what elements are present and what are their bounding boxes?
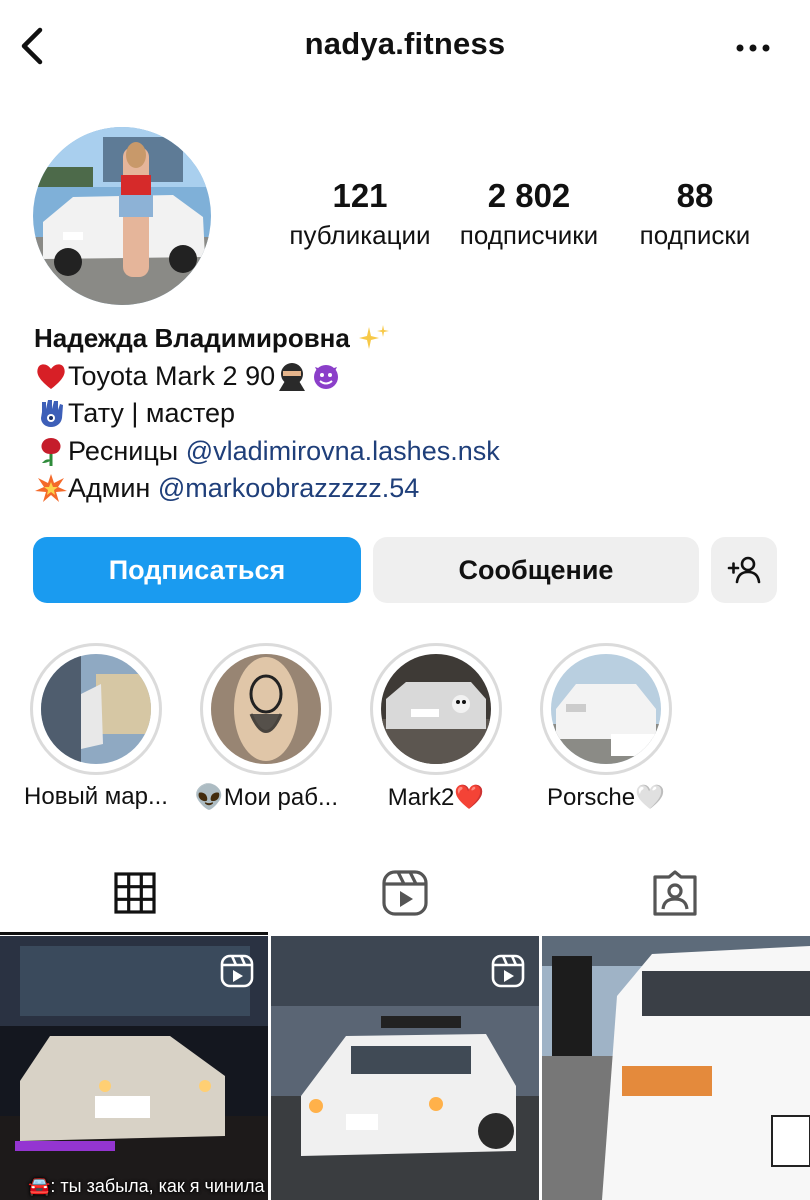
active-tab-indicator [0,932,268,935]
grid-icon [114,872,156,914]
reel-badge-icon [220,954,254,988]
add-user-icon [727,556,761,584]
post-thumbnail[interactable] [271,936,539,1200]
bio-lashes-text: Ресницы [68,435,186,466]
tagged-icon [653,870,697,916]
lashes-account-link[interactable]: @vladimirovna.lashes.nsk [186,436,500,466]
reels-icon [382,870,428,916]
tab-reels[interactable] [270,850,540,936]
follow-button[interactable]: Подписаться [33,537,361,603]
tab-tagged[interactable] [540,850,810,936]
highlight-ring [370,643,502,775]
following-stat[interactable]: 88 подписки [615,176,775,254]
top-bar: nadya.fitness [0,0,810,92]
collision-icon [35,474,67,502]
devil-icon [314,364,339,389]
post-thumbnail[interactable] [542,936,810,1200]
posts-label: публикации [289,220,431,250]
posts-count: 121 [332,177,388,214]
bio-line-car: Toyota Mark 2 90 [34,358,794,396]
post-caption: 🚘: ты забыла, как я чинила [28,1176,265,1196]
highlight-ring [200,643,332,775]
following-count: 88 [676,177,714,214]
followers-label: подписчики [459,220,599,250]
reel-badge-icon [491,954,525,988]
following-label: подписки [639,220,751,250]
tab-posts-grid[interactable] [0,850,270,936]
post-thumbnail[interactable]: 🚘: ты забыла, как я чинила [0,936,268,1200]
hamsa-icon [41,400,63,427]
suggest-users-button[interactable] [711,537,777,603]
more-icon [736,44,770,52]
highlight-cover [211,654,321,764]
profile-full-name: Надежда Владимировна [34,323,350,353]
rose-icon [41,437,61,466]
posts-stat[interactable]: 121 публикации [285,176,435,254]
highlight-item[interactable]: Porsche🤍 [540,643,672,811]
bio-line-lashes: Ресницы @vladimirovna.lashes.nsk [34,433,794,471]
highlight-ring [540,643,672,775]
highlight-item[interactable]: Новый мар... [24,643,168,810]
bio-admin-text: Админ [68,473,158,503]
highlight-item[interactable]: Mark2❤️ [370,643,502,811]
more-options-button[interactable] [734,38,774,58]
highlight-ring [30,643,162,775]
profile-bio: Надежда Владимировна Toyota Mark 2 90 Та… [34,320,794,508]
profile-username: nadya.fitness [304,26,506,61]
bio-name-row: Надежда Владимировна [34,320,794,358]
highlight-item[interactable]: 👽Мои раб... [194,643,338,811]
red-heart-icon [37,363,65,389]
bio-tattoo-text: Тату | мастер [68,398,236,428]
highlight-cover [551,654,661,764]
bio-line-admin: Админ @markoobrazzzzz.54 [34,470,794,508]
highlight-label: Porsche🤍 [547,784,665,811]
followers-stat[interactable]: 2 802 подписчики [450,176,608,254]
highlight-cover [381,654,491,764]
profile-avatar[interactable] [33,127,211,305]
profile-tabs [0,850,810,936]
admin-account-link[interactable]: @markoobrazzzzz.54 [158,473,420,503]
profile-stats: 121 публикации 2 802 подписчики 88 подпи… [270,176,790,256]
followers-count: 2 802 [487,177,571,214]
sparkles-icon [359,325,390,349]
message-button[interactable]: Сообщение [373,537,699,603]
bio-line-tattoo: Тату | мастер [34,395,794,433]
highlight-cover [41,654,151,764]
posts-grid: 🚘: ты забыла, как я чинила [0,936,810,1200]
bio-car-text: Toyota Mark 2 90 [68,360,276,391]
ninja-icon [279,362,306,391]
